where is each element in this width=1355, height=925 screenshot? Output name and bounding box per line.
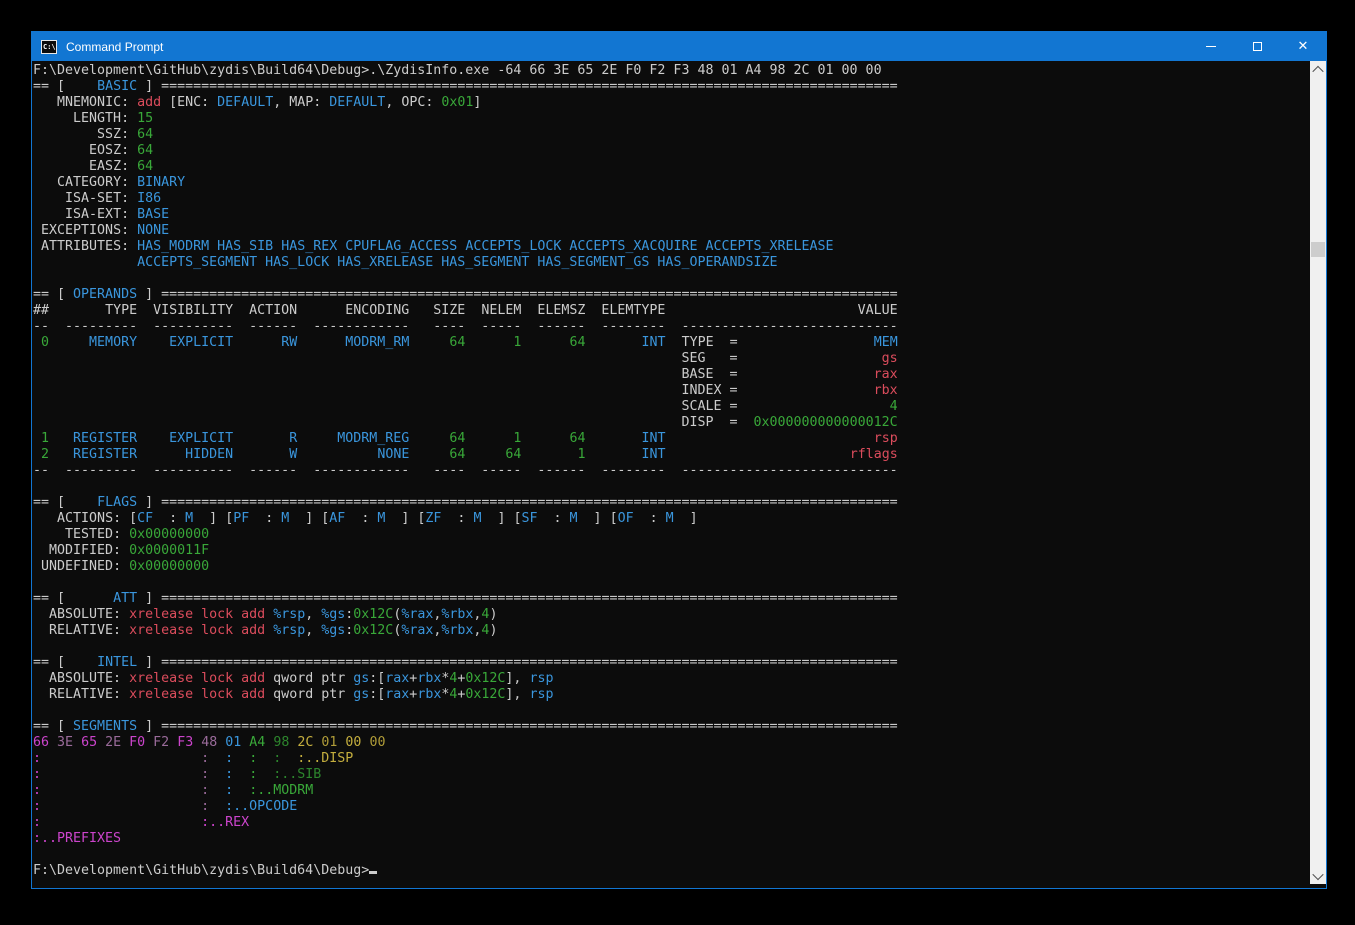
chevron-down-icon [1312, 868, 1323, 879]
terminal-line: RELATIVE: xrelease lock add qword ptr gs… [33, 687, 1309, 703]
terminal-line: LENGTH: 15 [33, 111, 1309, 127]
window-controls: ✕ [1188, 32, 1326, 61]
terminal-line: == [ OPERANDS ] ========================… [33, 287, 1309, 303]
command-prompt-window: C:\ Command Prompt ✕ F:\Development\GitH… [31, 31, 1327, 889]
terminal-line: F:\Development\GitHub\zydis\Build64\Debu… [33, 863, 1309, 879]
terminal-line: == [ ATT ] =============================… [33, 591, 1309, 607]
terminal-line: ABSOLUTE: xrelease lock add %rsp, %gs:0x… [33, 607, 1309, 623]
close-button[interactable]: ✕ [1280, 32, 1326, 61]
terminal-line: 66 3E 65 2E F0 F2 F3 48 01 A4 98 2C 01 0… [33, 735, 1309, 751]
terminal-line: F:\Development\GitHub\zydis\Build64\Debu… [33, 63, 1309, 79]
terminal-line: BASE = rax [33, 367, 1309, 383]
cmd-icon: C:\ [41, 40, 57, 54]
terminal-line: RELATIVE: xrelease lock add %rsp, %gs:0x… [33, 623, 1309, 639]
terminal-line: : : :..OPCODE [33, 799, 1309, 815]
terminal-output[interactable]: F:\Development\GitHub\zydis\Build64\Debu… [33, 63, 1309, 888]
terminal-line: == [ SEGMENTS ] ========================… [33, 719, 1309, 735]
minimize-button[interactable] [1188, 32, 1234, 61]
terminal-line: == [ FLAGS ] ===========================… [33, 495, 1309, 511]
terminal-line: : : : : : :..DISP [33, 751, 1309, 767]
terminal-line [33, 847, 1309, 863]
terminal-line: 2 REGISTER HIDDEN W NONE 64 64 1 INT rfl… [33, 447, 1309, 463]
console-area[interactable]: F:\Development\GitHub\zydis\Build64\Debu… [32, 61, 1326, 888]
terminal-line: ACCEPTS_SEGMENT HAS_LOCK HAS_XRELEASE HA… [33, 255, 1309, 271]
terminal-line: SSZ: 64 [33, 127, 1309, 143]
scroll-down-button[interactable] [1310, 867, 1326, 884]
terminal-line: ATTRIBUTES: HAS_MODRM HAS_SIB HAS_REX CP… [33, 239, 1309, 255]
terminal-line: ABSOLUTE: xrelease lock add qword ptr gs… [33, 671, 1309, 687]
scrollbar-thumb[interactable] [1311, 242, 1325, 257]
terminal-line: ISA-EXT: BASE [33, 207, 1309, 223]
terminal-line [33, 639, 1309, 655]
terminal-line: CATEGORY: BINARY [33, 175, 1309, 191]
terminal-line: 0 MEMORY EXPLICIT RW MODRM_RM 64 1 64 IN… [33, 335, 1309, 351]
scroll-up-button[interactable] [1310, 61, 1326, 78]
text-cursor [369, 871, 377, 874]
maximize-button[interactable] [1234, 32, 1280, 61]
terminal-line: ISA-SET: I86 [33, 191, 1309, 207]
terminal-line [33, 575, 1309, 591]
terminal-line: UNDEFINED: 0x00000000 [33, 559, 1309, 575]
terminal-line: : :..REX [33, 815, 1309, 831]
vertical-scrollbar[interactable] [1310, 61, 1326, 884]
terminal-line [33, 479, 1309, 495]
terminal-line: SCALE = 4 [33, 399, 1309, 415]
terminal-line: ACTIONS: [CF : M ] [PF : M ] [AF : M ] [… [33, 511, 1309, 527]
terminal-line: -- --------- ---------- ------ ---------… [33, 319, 1309, 335]
terminal-line: TESTED: 0x00000000 [33, 527, 1309, 543]
terminal-line: ## TYPE VISIBILITY ACTION ENCODING SIZE … [33, 303, 1309, 319]
terminal-line [33, 703, 1309, 719]
close-icon: ✕ [1298, 39, 1309, 54]
terminal-line: EOSZ: 64 [33, 143, 1309, 159]
terminal-line: == [ BASIC ] ===========================… [33, 79, 1309, 95]
window-title: Command Prompt [66, 40, 1188, 54]
terminal-line: 1 REGISTER EXPLICIT R MODRM_REG 64 1 64 … [33, 431, 1309, 447]
terminal-line: DISP = 0x000000000000012C [33, 415, 1309, 431]
terminal-line: INDEX = rbx [33, 383, 1309, 399]
terminal-line: EASZ: 64 [33, 159, 1309, 175]
maximize-icon [1253, 42, 1262, 51]
terminal-line: :..PREFIXES [33, 831, 1309, 847]
terminal-line [33, 271, 1309, 287]
terminal-line: : : : :..MODRM [33, 783, 1309, 799]
terminal-line: MODIFIED: 0x0000011F [33, 543, 1309, 559]
terminal-line: EXCEPTIONS: NONE [33, 223, 1309, 239]
terminal-line: -- --------- ---------- ------ ---------… [33, 463, 1309, 479]
title-bar[interactable]: C:\ Command Prompt ✕ [32, 32, 1326, 61]
chevron-up-icon [1312, 65, 1323, 76]
terminal-line: SEG = gs [33, 351, 1309, 367]
terminal-line: == [ INTEL ] ===========================… [33, 655, 1309, 671]
minimize-icon [1206, 46, 1216, 47]
terminal-line: MNEMONIC: add [ENC: DEFAULT, MAP: DEFAUL… [33, 95, 1309, 111]
terminal-line: : : : : :..SIB [33, 767, 1309, 783]
